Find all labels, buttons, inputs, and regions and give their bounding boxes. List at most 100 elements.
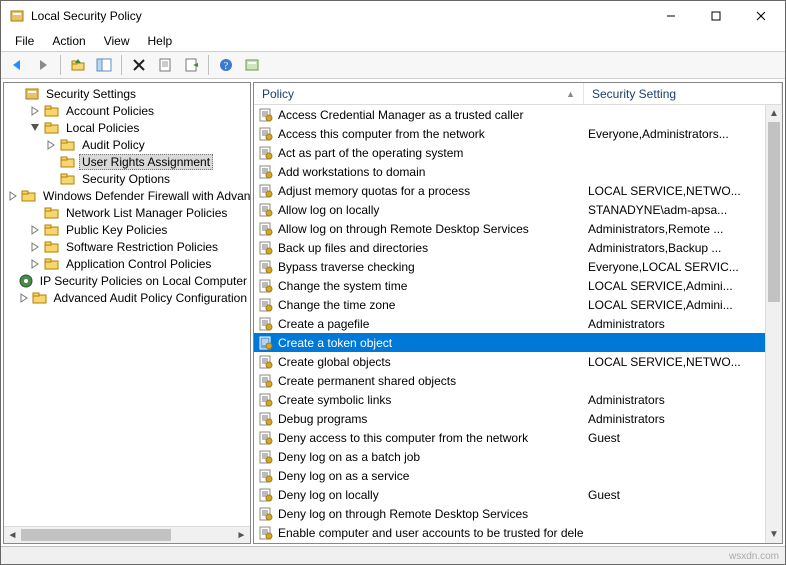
tree-item[interactable]: IP Security Policies on Local Computer — [4, 272, 250, 289]
policy-cell: Deny log on as a service — [254, 468, 584, 484]
tree-expander-icon[interactable] — [19, 291, 29, 304]
maximize-button[interactable] — [693, 2, 738, 30]
folder-icon — [44, 256, 60, 272]
tree-item[interactable]: Security Options — [4, 170, 250, 187]
svg-text:?: ? — [224, 61, 229, 72]
menu-view[interactable]: View — [96, 32, 138, 50]
up-level-button[interactable] — [66, 53, 90, 77]
delete-button[interactable] — [127, 53, 151, 77]
tree-item[interactable]: Application Control Policies — [4, 255, 250, 272]
forward-button[interactable] — [31, 53, 55, 77]
list-vertical-scrollbar[interactable]: ▲ ▼ — [765, 105, 782, 543]
export-list-button[interactable] — [179, 53, 203, 77]
column-header-setting[interactable]: Security Setting — [584, 83, 782, 104]
menu-action[interactable]: Action — [44, 32, 93, 50]
tree-label: Windows Defender Firewall with Advanced … — [40, 189, 251, 203]
tree-expander-icon[interactable] — [28, 223, 41, 236]
back-button[interactable] — [5, 53, 29, 77]
policy-row[interactable]: Deny log on locallyGuest — [254, 485, 782, 504]
tree-item[interactable]: Advanced Audit Policy Configuration — [4, 289, 250, 306]
policy-row[interactable]: Deny log on through Remote Desktop Servi… — [254, 504, 782, 523]
scroll-down-button[interactable]: ▼ — [766, 526, 782, 543]
tree-label: Account Policies — [63, 104, 157, 118]
policy-row[interactable]: Back up files and directoriesAdministrat… — [254, 238, 782, 257]
tree-item[interactable]: Account Policies — [4, 102, 250, 119]
policy-row[interactable]: Create a token object — [254, 333, 782, 352]
policy-row[interactable]: Create global objectsLOCAL SERVICE,NETWO… — [254, 352, 782, 371]
toolbar: ? — [1, 51, 785, 79]
policy-row[interactable]: Adjust memory quotas for a processLOCAL … — [254, 181, 782, 200]
tree-expander-icon[interactable] — [28, 121, 41, 134]
scroll-left-button[interactable]: ◄ — [4, 527, 21, 543]
policy-cell: Enable computer and user accounts to be … — [254, 525, 584, 541]
tree-expander-icon[interactable] — [8, 87, 21, 100]
policy-row[interactable]: Enable computer and user accounts to be … — [254, 523, 782, 542]
tree-expander-icon[interactable] — [8, 189, 18, 202]
policy-name: Create a pagefile — [278, 317, 369, 331]
setting-cell: Administrators — [584, 412, 782, 426]
column-header-label: Security Setting — [592, 87, 676, 101]
show-hide-tree-button[interactable] — [92, 53, 116, 77]
tree-item[interactable]: Audit Policy — [4, 136, 250, 153]
close-button[interactable] — [738, 2, 783, 30]
folder-icon — [44, 239, 60, 255]
scroll-track[interactable] — [171, 527, 233, 543]
policy-row[interactable]: Create a pagefileAdministrators — [254, 314, 782, 333]
policy-name: Debug programs — [278, 412, 367, 426]
tree-expander-icon[interactable] — [44, 138, 57, 151]
policy-row[interactable]: Add workstations to domain — [254, 162, 782, 181]
scroll-right-button[interactable]: ► — [233, 527, 250, 543]
policy-name: Deny log on through Remote Desktop Servi… — [278, 507, 528, 521]
setting-cell: Guest — [584, 488, 782, 502]
tree-item[interactable]: Software Restriction Policies — [4, 238, 250, 255]
menu-file[interactable]: File — [7, 32, 42, 50]
tree-root[interactable]: Security Settings — [4, 85, 250, 102]
policy-row[interactable]: Allow log on locallySTANADYNE\adm-apsa..… — [254, 200, 782, 219]
policy-name: Act as part of the operating system — [278, 146, 463, 160]
setting-cell: Everyone,LOCAL SERVIC... — [584, 260, 782, 274]
column-header-policy[interactable]: Policy ▲ — [254, 83, 584, 104]
scroll-up-button[interactable]: ▲ — [766, 105, 782, 122]
tree-item[interactable]: User Rights Assignment — [4, 153, 250, 170]
refresh-button[interactable] — [240, 53, 264, 77]
policy-row[interactable]: Allow log on through Remote Desktop Serv… — [254, 219, 782, 238]
policy-name: Create global objects — [278, 355, 391, 369]
tree-expander-icon[interactable] — [28, 257, 41, 270]
policy-icon — [258, 297, 274, 313]
scroll-thumb[interactable] — [768, 122, 780, 302]
policy-row[interactable]: Deny log on as a batch job — [254, 447, 782, 466]
tree-expander-icon[interactable] — [28, 240, 41, 253]
policy-row[interactable]: Deny log on as a service — [254, 466, 782, 485]
setting-cell: Administrators,Backup ... — [584, 241, 782, 255]
policy-icon — [258, 430, 274, 446]
policy-row[interactable]: Deny access to this computer from the ne… — [254, 428, 782, 447]
tree-expander-icon[interactable] — [28, 104, 41, 117]
policy-cell: Change the time zone — [254, 297, 584, 313]
tree-item[interactable]: Local Policies — [4, 119, 250, 136]
policy-row[interactable]: Act as part of the operating system — [254, 143, 782, 162]
policy-row[interactable]: Change the time zoneLOCAL SERVICE,Admini… — [254, 295, 782, 314]
security-tree[interactable]: Security Settings Account PoliciesLocal P… — [4, 83, 250, 308]
policy-cell: Allow log on through Remote Desktop Serv… — [254, 221, 584, 237]
tree-item[interactable]: Public Key Policies — [4, 221, 250, 238]
policy-row[interactable]: Change the system timeLOCAL SERVICE,Admi… — [254, 276, 782, 295]
title-bar: Local Security Policy — [1, 1, 785, 31]
policy-list[interactable]: Access Credential Manager as a trusted c… — [254, 105, 782, 543]
properties-button[interactable] — [153, 53, 177, 77]
policy-cell: Adjust memory quotas for a process — [254, 183, 584, 199]
policy-row[interactable]: Debug programs Administrators — [254, 409, 782, 428]
policy-row[interactable]: Create symbolic linksAdministrators — [254, 390, 782, 409]
scroll-thumb[interactable] — [21, 529, 171, 541]
menu-help[interactable]: Help — [140, 32, 181, 50]
policy-row[interactable]: Access Credential Manager as a trusted c… — [254, 105, 782, 124]
policy-row[interactable]: Bypass traverse checkingEveryone,LOCAL S… — [254, 257, 782, 276]
tree-item[interactable]: Windows Defender Firewall with Advanced … — [4, 187, 250, 204]
scroll-track[interactable] — [766, 302, 782, 526]
list-pane: Policy ▲ Security Setting Access Credent… — [253, 82, 783, 544]
tree-horizontal-scrollbar[interactable]: ◄ ► — [4, 526, 250, 543]
help-button[interactable]: ? — [214, 53, 238, 77]
policy-row[interactable]: Access this computer from the networkEve… — [254, 124, 782, 143]
policy-row[interactable]: Create permanent shared objects — [254, 371, 782, 390]
minimize-button[interactable] — [648, 2, 693, 30]
tree-item[interactable]: Network List Manager Policies — [4, 204, 250, 221]
